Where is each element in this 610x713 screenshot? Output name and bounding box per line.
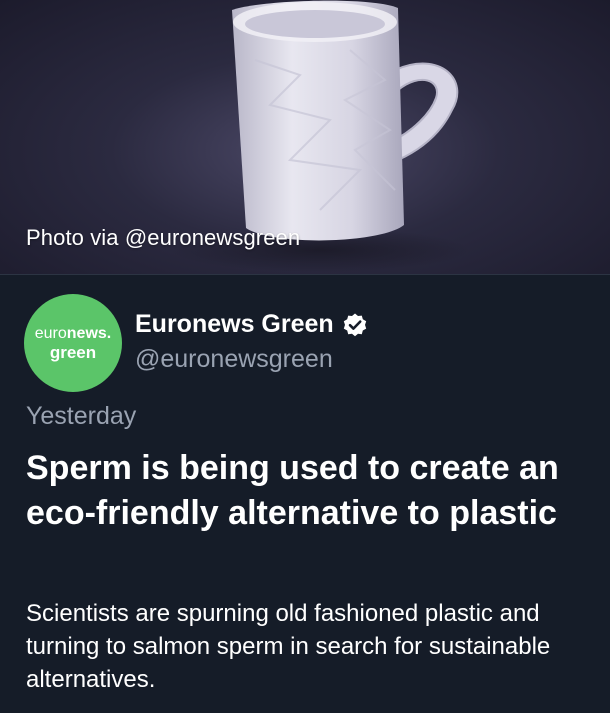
photo-caption: Photo via @euronewsgreen [26, 225, 301, 250]
avatar-text-light: euro [34, 325, 67, 342]
article-photo[interactable]: Photo via @euronewsgreen [0, 0, 610, 274]
author-handle[interactable]: @euronewsgreen [135, 345, 333, 374]
avatar-text-green: green [49, 343, 97, 362]
timestamp: Yesterday [26, 402, 137, 430]
avatar[interactable]: euronews. green [24, 294, 122, 392]
article-card[interactable]: Photo via @euronewsgreen euronews. green… [0, 0, 610, 713]
author-name-row[interactable]: Euronews Green [135, 310, 368, 339]
divider [0, 274, 610, 275]
article-summary: Scientists are spurning old fashioned pl… [26, 600, 551, 693]
article-headline[interactable]: Sperm is being used to create an eco-fri… [26, 446, 586, 536]
avatar-text-bold: news. [66, 325, 112, 342]
verified-badge-icon [343, 313, 366, 336]
author-name[interactable]: Euronews Green [135, 310, 334, 339]
